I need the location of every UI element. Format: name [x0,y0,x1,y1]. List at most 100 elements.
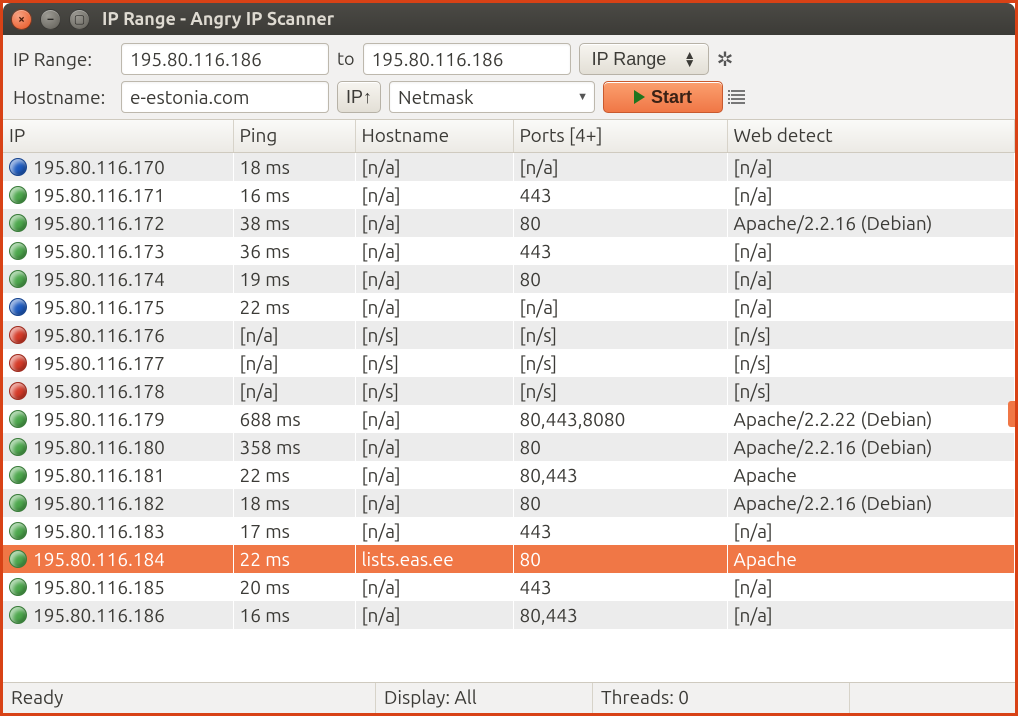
cell-web: Apache/2.2.16 (Debian) [727,209,1015,237]
cell-ip: 195.80.116.185 [33,576,165,598]
col-hostname[interactable]: Hostname [355,120,513,153]
cell-ip: 195.80.116.176 [33,324,165,346]
cell-ports: [n/s] [513,349,727,377]
cell-ports: [n/s] [513,321,727,349]
table-row[interactable]: 195.80.116.18422 mslists.eas.ee80Apache [3,545,1015,573]
cell-ip: 195.80.116.172 [33,212,165,234]
table-row[interactable]: 195.80.116.180358 ms[n/a]80Apache/2.2.16… [3,433,1015,461]
table-row[interactable]: 195.80.116.17336 ms[n/a]443[n/a] [3,237,1015,265]
close-icon[interactable]: × [11,9,32,30]
cell-ports: 80 [513,265,727,293]
table-row[interactable]: 195.80.116.18317 ms[n/a]443[n/a] [3,517,1015,545]
table-row[interactable]: 195.80.116.18616 ms[n/a]80,443[n/a] [3,601,1015,629]
status-dot-icon [9,606,27,624]
table-row[interactable]: 195.80.116.181 22 ms[n/a]80,443Apache [3,461,1015,489]
ip-up-button[interactable]: IP↑ [337,81,381,113]
cell-ping: 17 ms [233,517,355,545]
cell-ports: 80 [513,209,727,237]
table-row[interactable]: 195.80.116.178[n/a][n/s][n/s][n/s] [3,377,1015,405]
hostname-label: Hostname: [13,86,113,108]
cell-web: Apache/2.2.16 (Debian) [727,433,1015,461]
scrollbar-thumb[interactable] [1008,401,1015,427]
gear-icon[interactable]: ✲ [717,47,734,71]
netmask-combo[interactable]: Netmask ▼ [389,81,595,113]
status-ready: Ready [3,683,376,713]
cell-web: [n/a] [727,517,1015,545]
cell-ip: 195.80.116.181 [33,464,165,486]
status-dot-icon [9,186,27,204]
table-row[interactable]: 195.80.116.17116 ms[n/a]443[n/a] [3,181,1015,209]
table-row[interactable]: 195.80.116.179688 ms[n/a]80,443,8080Apac… [3,405,1015,433]
cell-web: [n/a] [727,181,1015,209]
cell-ping: [n/a] [233,377,355,405]
cell-web: [n/s] [727,349,1015,377]
cell-ip: 195.80.116.179 [33,408,165,430]
col-ping[interactable]: Ping [233,120,355,153]
app-window: × – ▢ IP Range - Angry IP Scanner IP Ran… [3,3,1015,713]
table-row[interactable]: 195.80.116.177[n/a][n/s][n/s][n/s] [3,349,1015,377]
ip-from-input[interactable] [121,43,329,75]
cell-web: [n/a] [727,573,1015,601]
col-ports[interactable]: Ports [4+] [513,120,727,153]
cell-ip: 195.80.116.178 [33,380,165,402]
cell-ip: 195.80.116.182 [33,492,165,514]
start-button-label: Start [651,87,692,108]
cell-ping: 688 ms [233,405,355,433]
feeder-select-label: IP Range [592,49,667,70]
table-row[interactable]: 195.80.116.17522 ms[n/a][n/a][n/a] [3,293,1015,321]
cell-ip: 195.80.116.170 [33,156,165,178]
minimize-icon[interactable]: – [40,9,61,30]
cell-ports: [n/a] [513,153,727,182]
cell-ping: 18 ms [233,489,355,517]
cell-hostname: [n/a] [355,489,513,517]
table-row[interactable]: 195.80.116.18520 ms[n/a]443[n/a] [3,573,1015,601]
play-icon [634,90,645,104]
feeder-select[interactable]: IP Range ▲▼ [579,43,709,75]
table-row[interactable]: 195.80.116.176[n/a][n/s][n/s][n/s] [3,321,1015,349]
status-dot-icon [9,242,27,260]
start-button[interactable]: Start [603,81,723,113]
cell-hostname: [n/a] [355,181,513,209]
cell-hostname: [n/s] [355,321,513,349]
cell-ports: 80 [513,433,727,461]
status-dot-icon [9,466,27,484]
hostname-input[interactable] [121,81,329,113]
cell-hostname: [n/a] [355,601,513,629]
cell-ping: 22 ms [233,461,355,489]
to-label: to [337,49,355,69]
status-threads: Threads: 0 [593,683,850,713]
cell-web: [n/s] [727,377,1015,405]
window-title: IP Range - Angry IP Scanner [102,9,334,29]
cell-ping: 22 ms [233,545,355,573]
cell-ports: 80,443 [513,601,727,629]
cell-ping: 20 ms [233,573,355,601]
toolbar: IP Range: to IP Range ▲▼ ✲ Hostname: IP↑… [3,35,1015,119]
cell-hostname: [n/a] [355,573,513,601]
table-row[interactable]: 195.80.116.18218 ms[n/a]80Apache/2.2.16 … [3,489,1015,517]
cell-web: Apache [727,461,1015,489]
cell-hostname: [n/a] [355,461,513,489]
results-table-wrap: IP Ping Hostname Ports [4+] Web detect 1… [3,119,1015,682]
cell-ports: 443 [513,237,727,265]
cell-hostname: [n/s] [355,349,513,377]
col-ip[interactable]: IP [3,120,233,153]
cell-web: Apache/2.2.22 (Debian) [727,405,1015,433]
maximize-icon[interactable]: ▢ [69,9,90,30]
col-web[interactable]: Web detect [727,120,1015,153]
table-row[interactable]: 195.80.116.17238 ms[n/a]80Apache/2.2.16 … [3,209,1015,237]
cell-hostname: [n/s] [355,377,513,405]
cell-ping: 38 ms [233,209,355,237]
table-row[interactable]: 195.80.116.17419 ms[n/a]80[n/a] [3,265,1015,293]
cell-web: [n/s] [727,321,1015,349]
results-scroll[interactable]: IP Ping Hostname Ports [4+] Web detect 1… [3,120,1015,682]
cell-hostname: [n/a] [355,405,513,433]
status-dot-icon [9,214,27,232]
cell-ping: 16 ms [233,601,355,629]
fetchers-icon[interactable] [731,90,745,104]
ip-to-input[interactable] [363,43,571,75]
cell-hostname: [n/a] [355,293,513,321]
cell-ports: 80,443 [513,461,727,489]
cell-ping: 16 ms [233,181,355,209]
table-row[interactable]: 195.80.116.17018 ms[n/a][n/a][n/a] [3,153,1015,182]
cell-ping: 19 ms [233,265,355,293]
